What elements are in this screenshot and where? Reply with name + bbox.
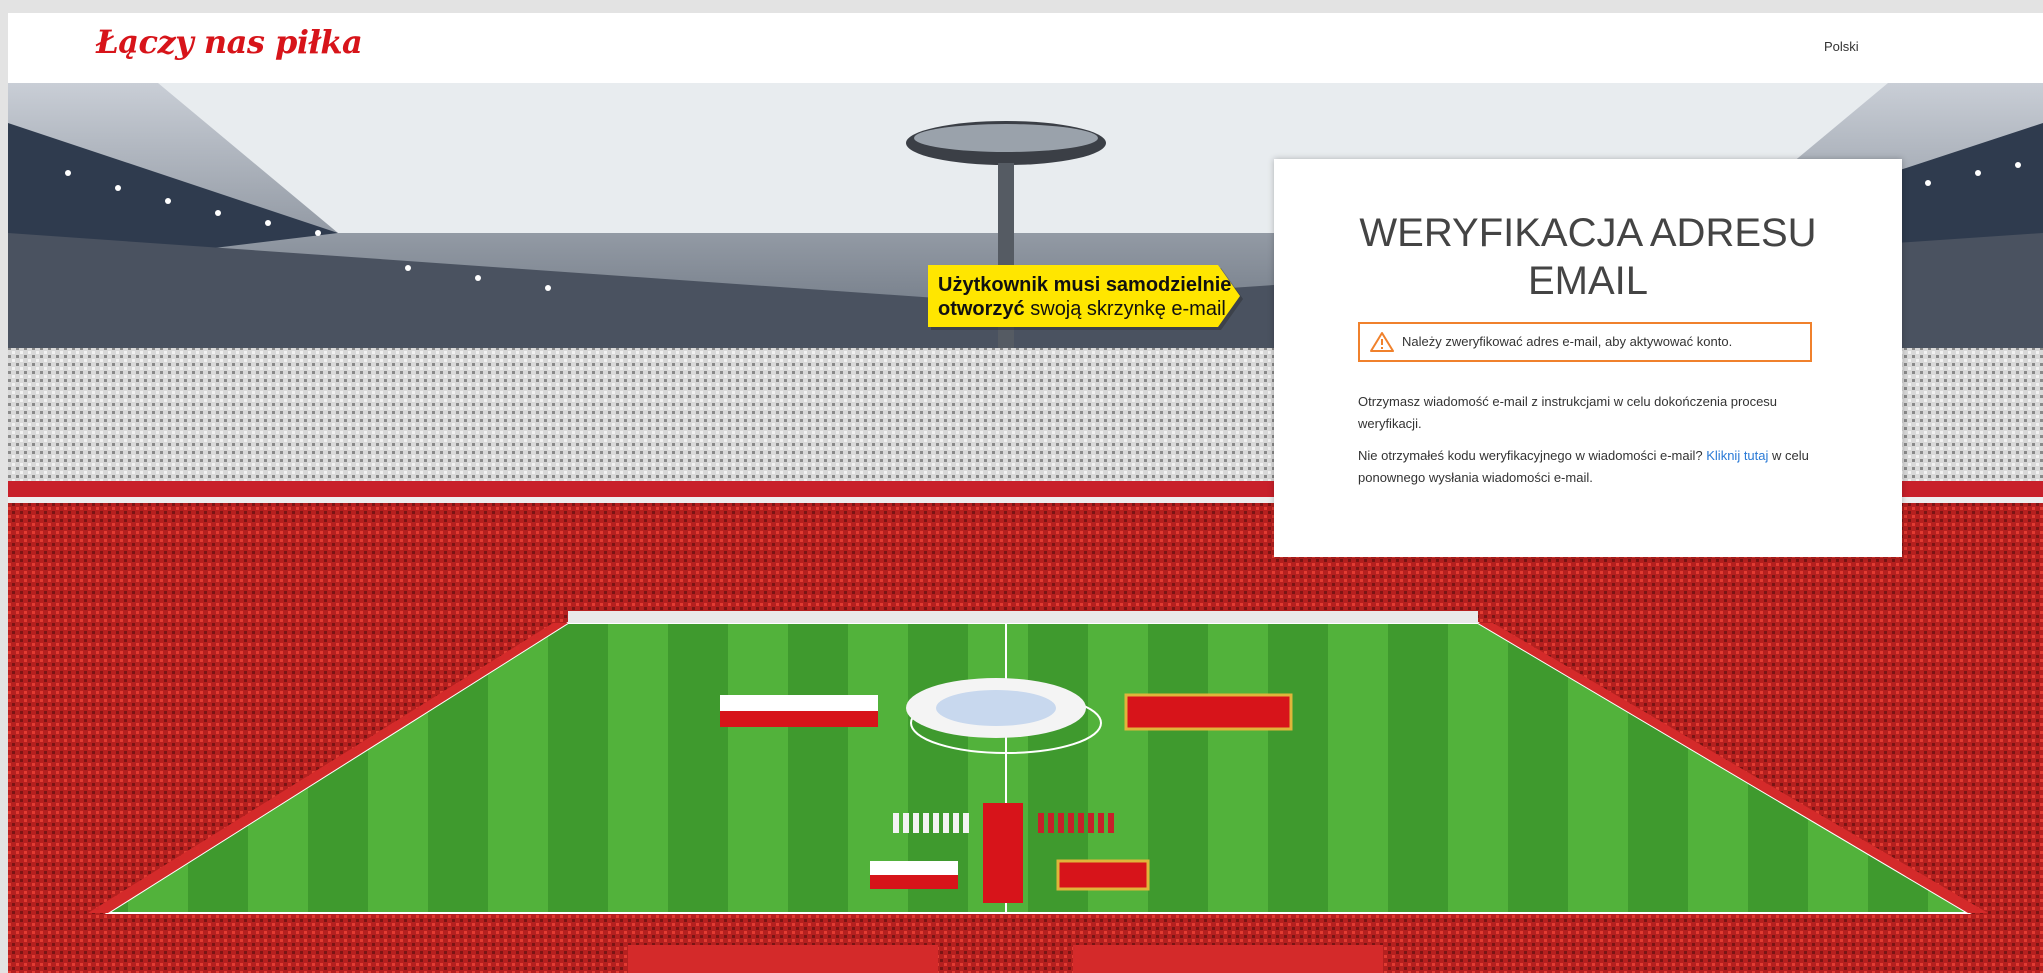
info-paragraph-1: Otrzymasz wiadomość e-mail z instrukcjam… [1358, 394, 1778, 431]
email-verification-card: WERYFIKACJA ADRESU EMAIL Należy zweryfik… [1274, 159, 1902, 557]
callout-rest: swoją skrzynkę e-mail [1024, 298, 1226, 320]
callout-bold-word: otworzyć [938, 298, 1025, 320]
instruction-callout: Użytkownik musi samodzielnie otworzyć sw… [918, 261, 1248, 331]
language-selector[interactable]: Polski [1824, 39, 1859, 54]
page: Łączy nas piłka Polski Użytkownik musi s… [8, 13, 2043, 973]
info-paragraph-2: Nie otrzymałeś kodu weryfikacyjnego w wi… [1358, 445, 1828, 489]
card-title: WERYFIKACJA ADRESU EMAIL [1359, 211, 1817, 303]
resend-email-link[interactable]: Kliknij tutaj [1706, 448, 1768, 463]
callout-bold-line1: Użytkownik musi samodzielnie [938, 274, 1232, 296]
verification-info: Otrzymasz wiadomość e-mail z instrukcjam… [1358, 391, 1828, 499]
warning-alert-text: Należy zweryfikować adres e-mail, aby ak… [1402, 334, 1733, 349]
info-paragraph-2-before: Nie otrzymałeś kodu weryfikacyjnego w wi… [1358, 448, 1707, 463]
warning-icon [1370, 332, 1394, 352]
brand-logo[interactable]: Łączy nas piłka [96, 23, 363, 61]
top-header: Łączy nas piłka Polski [8, 13, 2043, 83]
callout-text: Użytkownik musi samodzielnie otworzyć sw… [938, 273, 1238, 321]
warning-alert: Należy zweryfikować adres e-mail, aby ak… [1358, 322, 1812, 362]
